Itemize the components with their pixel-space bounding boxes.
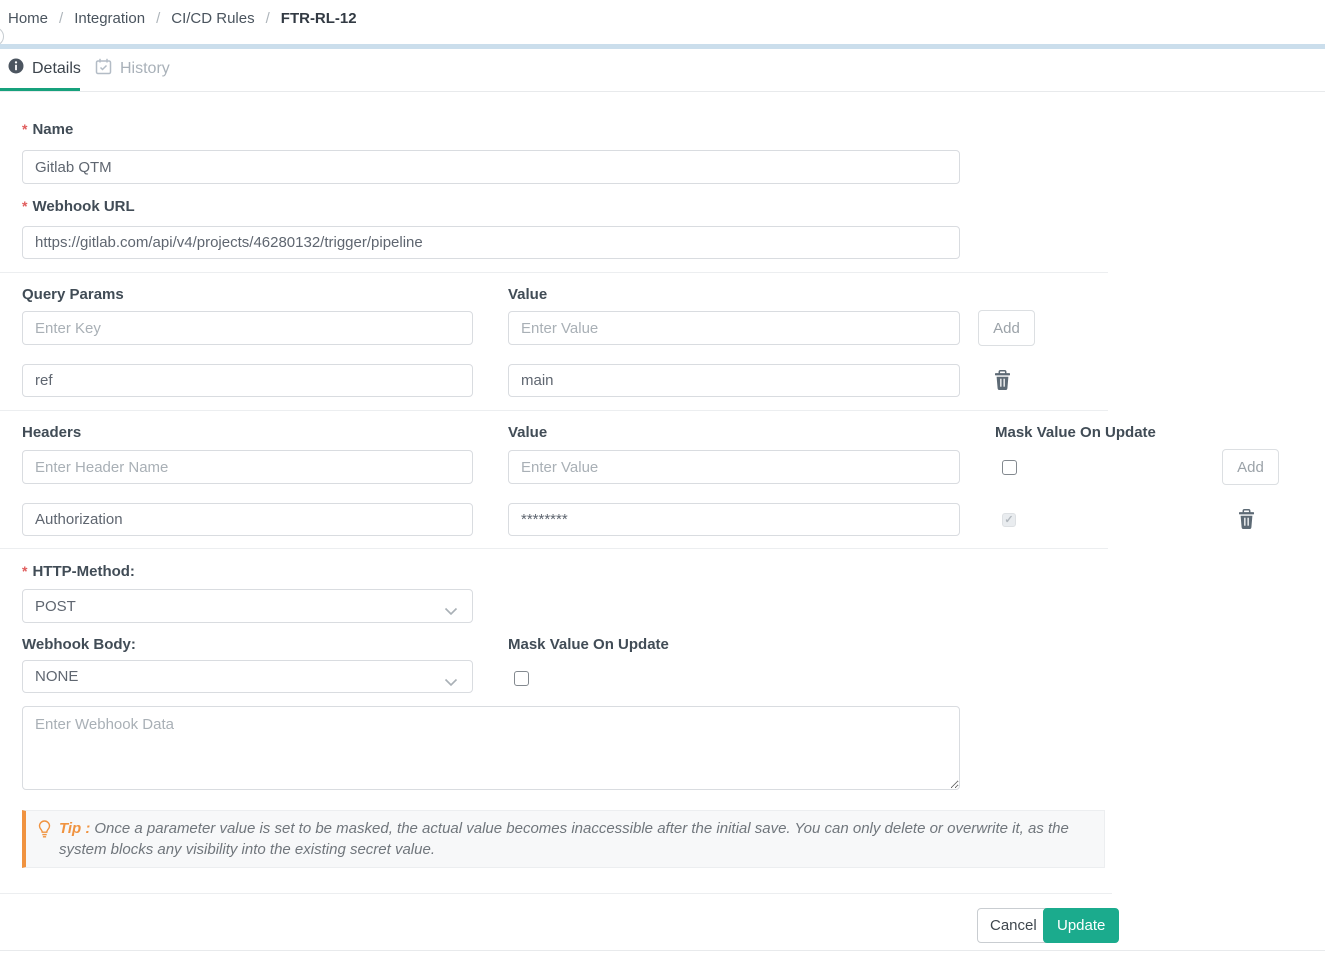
header-row-mask-checkbox: [1002, 513, 1016, 527]
trash-icon: [1237, 509, 1256, 533]
header-value-input[interactable]: [508, 450, 960, 484]
tip-text: Tip : Once a parameter value is set to be…: [59, 820, 1069, 858]
breadcrumb-separator: /: [265, 10, 270, 27]
query-params-label: Query Params: [22, 286, 124, 303]
tip-callout: Tip : Once a parameter value is set to be…: [22, 810, 1105, 868]
cancel-button[interactable]: Cancel: [977, 908, 1050, 943]
webhook-body-select[interactable]: NONE: [22, 660, 473, 693]
breadcrumb-separator: /: [59, 10, 64, 27]
header-name-authorization[interactable]: [22, 503, 473, 536]
webhook-url-label: * Webhook URL: [22, 198, 135, 215]
calendar-icon: [95, 58, 112, 80]
header-mask-checkbox[interactable]: [1002, 460, 1017, 475]
webhook-body-value: NONE: [35, 668, 79, 685]
header-name-input[interactable]: [22, 450, 473, 484]
tip-label: Tip :: [59, 820, 91, 837]
name-label: * Name: [22, 121, 74, 138]
update-button[interactable]: Update: [1043, 908, 1120, 943]
http-method-value: POST: [35, 597, 76, 615]
query-param-delete-button[interactable]: [993, 370, 1012, 394]
http-method-label: * HTTP-Method:: [22, 563, 135, 580]
headers-mask-label: Mask Value On Update: [995, 424, 1156, 441]
body-mask-checkbox[interactable]: [514, 671, 529, 686]
breadcrumb-home[interactable]: Home: [8, 10, 48, 27]
query-params-value-label: Value: [508, 286, 548, 303]
webhook-body-label: Webhook Body:: [22, 636, 136, 653]
webhook-url-input[interactable]: [22, 226, 960, 259]
lightbulb-icon: [38, 820, 51, 842]
breadcrumb-integration[interactable]: Integration: [74, 10, 145, 27]
required-marker: *: [22, 563, 28, 579]
breadcrumb: Home / Integration / CI/CD Rules / FTR-R…: [8, 10, 357, 27]
section-divider: [0, 410, 1108, 411]
section-divider: [0, 272, 1108, 273]
query-param-value-main[interactable]: [508, 364, 960, 397]
chevron-down-icon: [444, 674, 458, 691]
header-divider-bar: [0, 44, 1325, 49]
headers-value-label: Value: [508, 424, 548, 441]
tabbar-bottom-border: [0, 91, 1325, 92]
query-param-key-input[interactable]: [22, 311, 473, 345]
tab-history[interactable]: History: [95, 58, 170, 80]
header-delete-button[interactable]: [1237, 509, 1256, 533]
headers-label: Headers: [22, 424, 82, 441]
info-icon: [8, 58, 24, 79]
body-mask-label: Mask Value On Update: [508, 636, 669, 653]
page-bottom-divider: [0, 950, 1325, 951]
required-marker: *: [22, 198, 28, 214]
required-marker: *: [22, 121, 28, 137]
header-value-masked[interactable]: [508, 503, 960, 536]
tab-details[interactable]: Details: [8, 58, 81, 79]
section-divider: [0, 548, 1108, 549]
name-input[interactable]: [22, 150, 960, 184]
chevron-down-icon: [444, 603, 458, 620]
query-param-value-input[interactable]: [508, 311, 960, 345]
query-param-key-ref[interactable]: [22, 364, 473, 397]
breadcrumb-separator: /: [156, 10, 161, 27]
trash-icon: [993, 370, 1012, 394]
breadcrumb-current-rule: FTR-RL-12: [280, 10, 357, 27]
http-method-select[interactable]: POST: [22, 589, 473, 623]
tab-details-label: Details: [32, 59, 81, 77]
header-add-button[interactable]: Add: [1222, 449, 1279, 485]
footer-divider: [0, 893, 1112, 894]
tab-history-label: History: [120, 60, 170, 77]
query-param-add-button[interactable]: Add: [978, 310, 1035, 346]
breadcrumb-cicd-rules[interactable]: CI/CD Rules: [171, 10, 254, 27]
webhook-data-textarea[interactable]: [22, 706, 960, 790]
